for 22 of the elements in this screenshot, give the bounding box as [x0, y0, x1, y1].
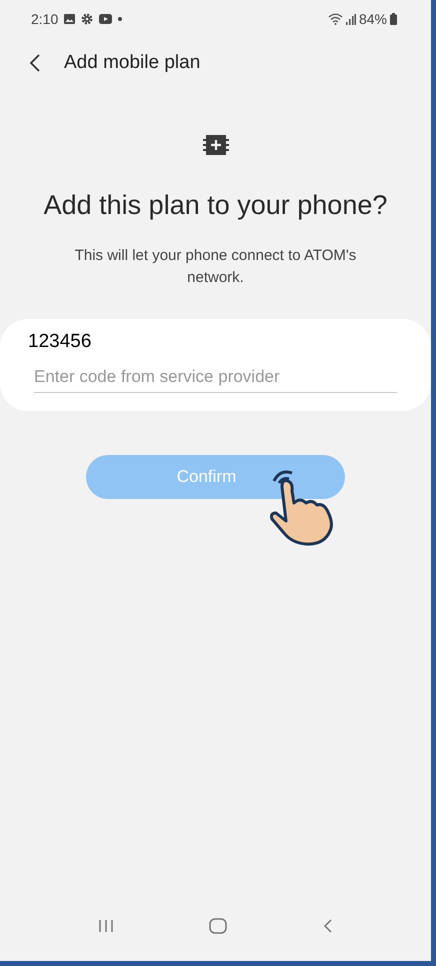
back-icon [323, 918, 334, 934]
back-icon [29, 53, 41, 73]
status-time: 2:10 [31, 10, 58, 28]
battery-percent: 84% [358, 10, 387, 28]
home-button[interactable] [209, 918, 228, 934]
page-title: Add mobile plan [64, 50, 200, 75]
image-icon [64, 14, 76, 24]
heading: Add this plan to your phone? [42, 189, 388, 222]
home-icon [209, 918, 228, 934]
recent-apps-button[interactable] [98, 919, 114, 933]
description: This will let your phone connect to ATOM's network. [74, 246, 358, 288]
back-nav-button[interactable] [323, 918, 334, 934]
code-field[interactable]: Enter code from service provider [34, 362, 397, 392]
wifi-icon [328, 13, 343, 25]
signal-icon [346, 14, 356, 24]
recent-apps-icon [98, 919, 114, 933]
battery-icon [390, 13, 397, 25]
sim-card-icon [202, 135, 228, 155]
gear-icon [81, 13, 94, 25]
dot-icon [118, 17, 122, 21]
video-icon [99, 14, 112, 24]
confirm-button[interactable]: Confirm [86, 454, 345, 498]
